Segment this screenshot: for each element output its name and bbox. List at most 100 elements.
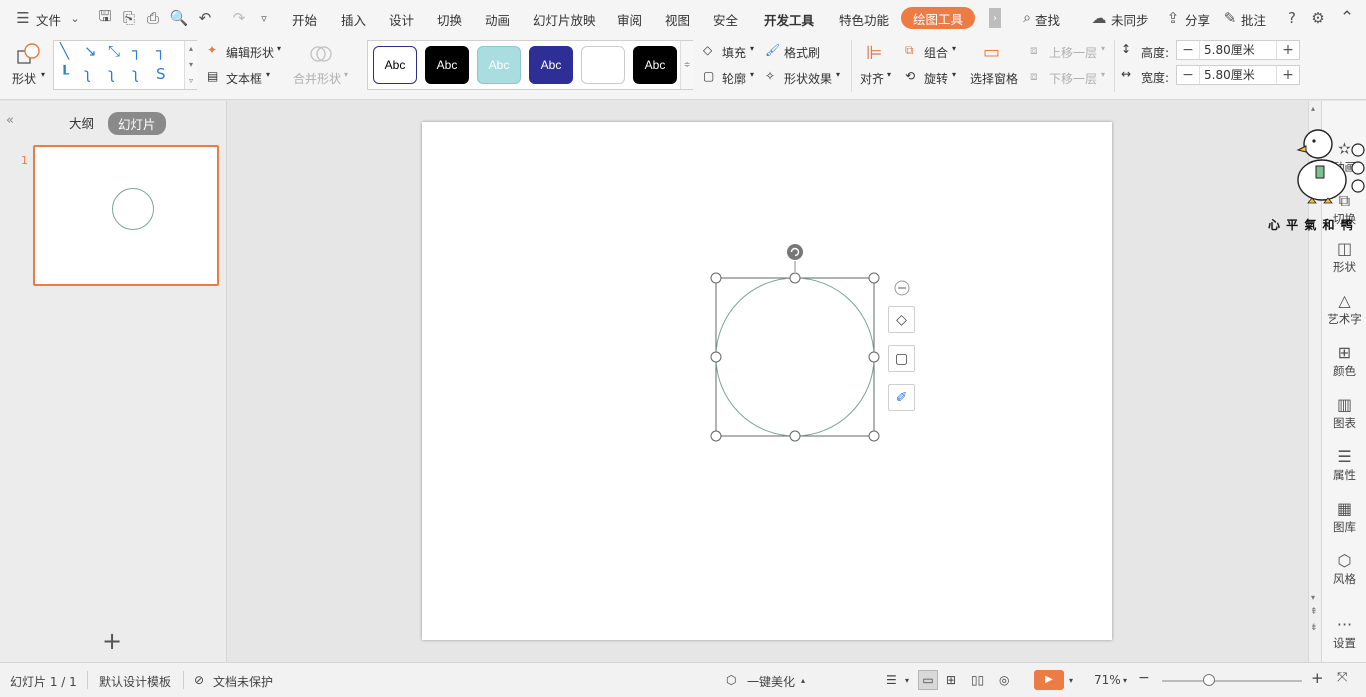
chevron-down-icon[interactable]: ▾ xyxy=(952,44,956,53)
slide-canvas[interactable]: ◇ ▢ ✐ xyxy=(422,122,1112,640)
design-template[interactable]: 默认设计模板 xyxy=(99,673,171,690)
undo-icon[interactable]: ↶ xyxy=(196,9,214,27)
chevron-down-icon[interactable]: ⌄ xyxy=(66,9,84,27)
sync-status[interactable]: 未同步 xyxy=(1111,10,1149,29)
tab-developer[interactable]: 开发工具 xyxy=(764,10,814,29)
zoom-level[interactable]: 71% xyxy=(1094,673,1121,687)
format-painter-icon[interactable]: 🖌 xyxy=(765,43,780,57)
chevron-down-icon[interactable]: ▾ xyxy=(750,44,754,53)
resize-handle[interactable] xyxy=(789,272,801,284)
bring-forward-button[interactable]: 上移一层 xyxy=(1049,44,1097,61)
increase-height-button[interactable]: + xyxy=(1277,42,1299,58)
resize-handle[interactable] xyxy=(789,430,801,442)
zoom-in-button[interactable]: + xyxy=(1311,669,1324,687)
format-painter-button[interactable]: 格式刷 xyxy=(784,44,820,61)
comment-button[interactable]: 批注 xyxy=(1241,10,1266,29)
pane-gallery[interactable]: ▦ 图库 xyxy=(1322,499,1366,535)
chevron-down-icon[interactable]: ▾ xyxy=(1069,676,1073,685)
curve-double-icon[interactable]: ʅ xyxy=(132,65,139,83)
style-gallery-more[interactable]: ≑ xyxy=(680,41,693,89)
merge-shape-button[interactable]: 合并形状 xyxy=(293,70,341,87)
tab-slideshow[interactable]: 幻灯片放映 xyxy=(533,10,596,29)
pane-wordart[interactable]: △ 艺术字 xyxy=(1322,291,1366,327)
rotate-button[interactable]: 旋转 xyxy=(924,70,948,87)
file-menu[interactable]: 文件 xyxy=(36,10,61,29)
rotate-icon[interactable]: ⟲ xyxy=(905,69,915,83)
normal-view-icon[interactable]: ▭ xyxy=(918,670,938,690)
send-backward-button[interactable]: 下移一层 xyxy=(1049,70,1097,87)
chevron-down-icon[interactable]: ▾ xyxy=(344,70,348,79)
more-tabs-icon[interactable]: › xyxy=(989,8,1001,28)
collapse-ribbon-icon[interactable]: ⌃ xyxy=(1338,8,1356,28)
notes-icon[interactable]: ☰ xyxy=(886,673,897,687)
slide-thumbnail[interactable] xyxy=(33,145,219,286)
send-backward-icon[interactable]: ⧈ xyxy=(1030,69,1038,84)
curve-connector-icon[interactable]: ʅ xyxy=(84,65,91,83)
textbox-icon[interactable]: ▤ xyxy=(207,69,218,83)
tab-animation[interactable]: 动画 xyxy=(485,10,510,29)
group-icon[interactable]: ⧉ xyxy=(905,43,914,58)
fill-button[interactable]: 填充 xyxy=(722,44,746,61)
collapse-panel-icon[interactable]: « xyxy=(6,113,14,128)
edit-shape-icon[interactable]: ✦ xyxy=(207,43,217,57)
zoom-slider-thumb[interactable] xyxy=(1203,674,1215,686)
share-button[interactable]: 分享 xyxy=(1185,10,1210,29)
pane-color[interactable]: ⊞ 颜色 xyxy=(1322,343,1366,379)
rotate-handle[interactable] xyxy=(787,244,803,260)
tab-outline[interactable]: 大纲 xyxy=(69,113,94,132)
align-icon[interactable]: ⊫ xyxy=(866,42,883,64)
play-slideshow-button[interactable]: ▶ xyxy=(1034,670,1064,690)
pane-properties[interactable]: ☰ 属性 xyxy=(1322,447,1366,483)
chevron-down-icon[interactable]: ▾ xyxy=(1123,676,1127,685)
shape-button[interactable]: 形状 xyxy=(12,70,36,87)
line-icon[interactable]: ╲ xyxy=(60,42,69,60)
share-icon[interactable]: ⇪ xyxy=(1164,9,1182,27)
style-swatch[interactable]: Abc xyxy=(425,46,469,84)
chevron-down-icon[interactable]: ▾ xyxy=(836,70,840,79)
search-icon[interactable]: ⌕ xyxy=(1018,9,1036,27)
fit-window-icon[interactable]: ⤧ xyxy=(1337,670,1347,685)
presenter-view-icon[interactable]: ◎ xyxy=(999,673,1009,687)
style-swatch[interactable]: Abc xyxy=(529,46,573,84)
align-button[interactable]: 对齐 xyxy=(860,70,884,87)
shape-style-gallery[interactable]: Abc Abc Abc Abc Abc ≑ xyxy=(367,40,693,90)
shield-icon[interactable]: ⊘ xyxy=(194,673,204,687)
outline-icon[interactable]: ▢ xyxy=(703,69,714,83)
tab-design[interactable]: 设计 xyxy=(389,10,414,29)
pane-style[interactable]: ⬡ 风格 xyxy=(1322,551,1366,587)
resize-handle[interactable] xyxy=(868,351,880,363)
help-icon[interactable]: ? xyxy=(1283,9,1301,27)
zoom-out-button[interactable]: − xyxy=(1138,670,1150,686)
chevron-down-icon[interactable]: ▾ xyxy=(1101,44,1105,53)
shape-effect-icon[interactable]: ✧ xyxy=(765,69,775,83)
tab-slides[interactable]: 幻灯片 xyxy=(108,112,166,135)
cloud-icon[interactable]: ☁ xyxy=(1090,9,1108,27)
arrow-line-icon[interactable]: ↘ xyxy=(84,42,97,60)
pane-shape[interactable]: ◫ 形状 xyxy=(1322,239,1366,275)
tab-insert[interactable]: 插入 xyxy=(341,10,366,29)
float-style-button[interactable]: ✐ xyxy=(888,384,915,411)
save-icon[interactable]: 🖫 xyxy=(96,7,114,27)
decrease-height-button[interactable]: − xyxy=(1177,42,1199,58)
shape-gallery[interactable]: ╲ ↘ ⤡ ┐ ┐ ┖ ʅ ʅ ʅ S ▴ ▾ ▿ xyxy=(53,40,197,90)
tab-home[interactable]: 开始 xyxy=(292,10,317,29)
pane-settings[interactable]: ··· 设置 xyxy=(1322,615,1366,651)
print-icon[interactable]: ⎙ xyxy=(144,9,162,27)
style-swatch[interactable]: Abc xyxy=(477,46,521,84)
curve-arrow-icon[interactable]: ʅ xyxy=(108,65,115,83)
comment-icon[interactable]: ✎ xyxy=(1221,9,1239,27)
beautify-button[interactable]: 一键美化 xyxy=(747,673,795,690)
scroll-up-icon[interactable]: ▴ xyxy=(1311,104,1315,113)
float-outline-button[interactable]: ▢ xyxy=(888,345,915,372)
gallery-scroll[interactable]: ▴ ▾ ▿ xyxy=(184,41,197,89)
zoom-slider[interactable] xyxy=(1162,680,1302,682)
height-stepper[interactable]: − 5.80厘米 + xyxy=(1176,40,1300,60)
shape-icon[interactable] xyxy=(16,42,42,66)
tab-review[interactable]: 审阅 xyxy=(617,10,642,29)
selection-pane-icon[interactable]: ▭ xyxy=(983,42,1000,63)
elbow-arrow-icon[interactable]: ┐ xyxy=(156,42,165,60)
customize-toolbar-icon[interactable]: ▿ xyxy=(255,9,273,27)
tab-view[interactable]: 视图 xyxy=(665,10,690,29)
slide-sorter-icon[interactable]: ⊞ xyxy=(946,673,956,687)
reading-view-icon[interactable]: ▯▯ xyxy=(971,673,984,687)
